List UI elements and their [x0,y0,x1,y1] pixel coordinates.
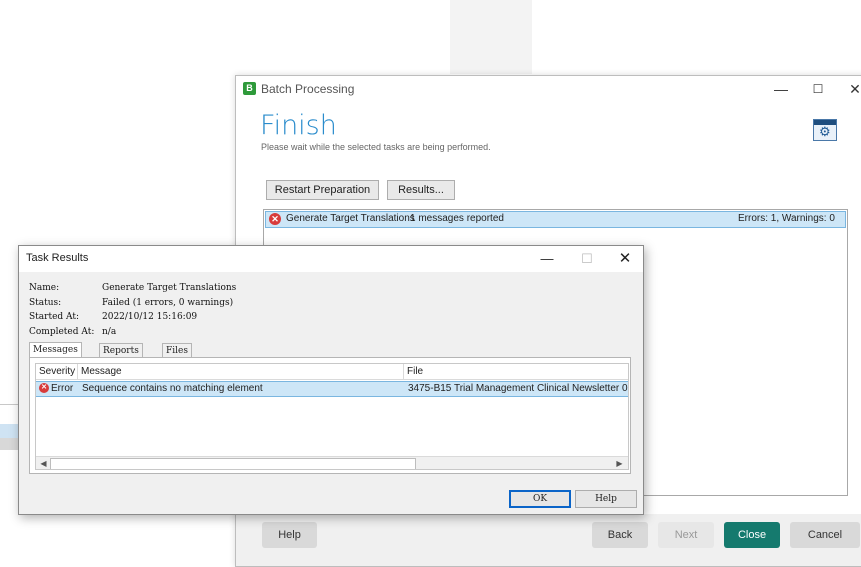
cancel-button[interactable]: Cancel [790,522,860,548]
task-messages: 1 messages reported [410,213,504,224]
started-label: Started At: [29,312,80,322]
batch-titlebar[interactable]: B Batch Processing — ☐ ✕ [236,76,861,102]
tab-reports[interactable]: Reports (0) [99,343,143,370]
dialog-title: Task Results [26,252,89,264]
status-value: Failed (1 errors, 0 warnings) [102,298,234,308]
dialog-help-button[interactable]: Help [575,490,637,508]
batch-window-title: Batch Processing [261,82,355,96]
row-message: Sequence contains no matching element [82,383,263,394]
ok-button[interactable]: OK [509,490,571,508]
close-button[interactable]: Close [724,522,780,548]
task-row[interactable]: ✕ Generate Target Translations 1 message… [265,211,846,228]
page-title: Finish [260,110,337,141]
results-button[interactable]: Results... [387,180,455,200]
task-name: Generate Target Translations [286,213,415,224]
tab-messages[interactable]: Messages (1) [29,342,82,369]
back-button[interactable]: Back [592,522,648,548]
batch-minimize-button[interactable]: — [766,79,796,99]
help-button[interactable]: Help [262,522,317,548]
gear-icon: ⚙ [819,124,831,139]
column-header-message[interactable]: Message [78,364,404,380]
dialog-close-button[interactable]: ✕ [611,249,639,269]
task-counts: Errors: 1, Warnings: 0 [738,213,835,224]
completed-value: n/a [102,327,117,337]
dialog-titlebar[interactable]: Task Results — ☐ ✕ [19,246,643,272]
background-row [0,438,18,450]
row-severity: Error [51,383,74,394]
next-button[interactable]: Next [658,522,714,548]
column-header-file[interactable]: File [404,364,628,380]
restart-preparation-button[interactable]: Restart Preparation [266,180,379,200]
status-label: Status: [29,298,62,308]
batch-close-window-button[interactable]: ✕ [840,79,861,99]
table-row[interactable]: ✕ Error Sequence contains no matching el… [36,381,628,397]
messages-panel: Severity Message File ✕ Error Sequence c… [29,357,631,474]
task-results-dialog: Task Results — ☐ ✕ Name: Generate Target… [18,245,644,515]
dialog-minimize-button[interactable]: — [533,249,561,269]
name-value: Generate Target Translations [102,283,237,293]
app-logo-icon: B [243,82,256,95]
scroll-left-icon[interactable]: ◀ [38,458,49,469]
error-icon: ✕ [269,213,281,225]
row-file: 3475-B15 Trial Management Clinical Newsl… [408,383,629,394]
scroll-right-icon[interactable]: ▶ [614,458,625,469]
tab-files[interactable]: Files [162,343,192,358]
horizontal-scrollbar[interactable]: ◀ ▶ [36,456,628,469]
background-selected-row [0,424,18,438]
error-icon: ✕ [39,383,49,393]
settings-gear-icon[interactable]: ⚙ [813,119,837,141]
started-value: 2022/10/12 15:16:09 [102,312,198,322]
page-subtitle: Please wait while the selected tasks are… [261,142,491,152]
scrollbar-thumb[interactable] [50,458,416,469]
background-panel [450,0,532,74]
completed-label: Completed At: [29,327,95,337]
column-header-severity[interactable]: Severity [36,364,78,380]
name-label: Name: [29,283,60,293]
batch-maximize-button[interactable]: ☐ [803,79,833,99]
messages-grid[interactable]: Severity Message File ✕ Error Sequence c… [35,363,629,470]
background-divider [0,404,20,405]
dialog-maximize-button: ☐ [581,251,593,266]
